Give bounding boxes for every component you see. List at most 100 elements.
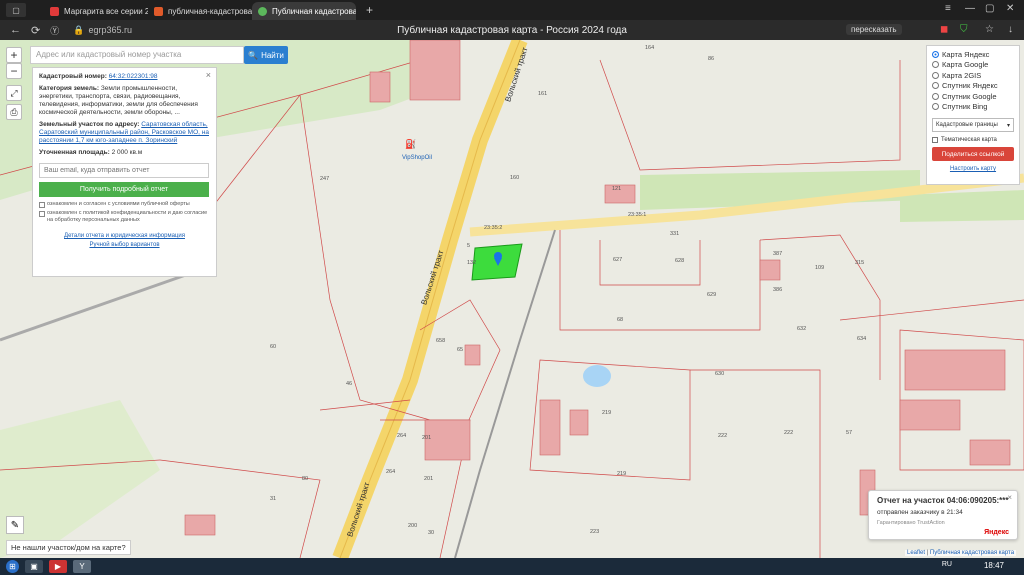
checkbox-box[interactable] bbox=[39, 202, 45, 208]
privacy-checkbox[interactable]: ознакомлен с политикой конфиденциальност… bbox=[39, 210, 210, 224]
parcel-number: 201 bbox=[424, 476, 434, 482]
menu-icon[interactable]: ≡ bbox=[945, 3, 951, 14]
cadastral-number-link[interactable]: 64:32:022301:98 bbox=[109, 73, 158, 80]
parcel-number: 331 bbox=[670, 231, 680, 237]
green-area bbox=[900, 190, 1024, 222]
zoom-out-button[interactable]: − bbox=[6, 63, 22, 79]
parcel-number: 627 bbox=[613, 257, 623, 263]
parcel-number: 30 bbox=[428, 530, 435, 536]
translate-button[interactable]: пересказать bbox=[846, 24, 902, 35]
parcel-number: 264 bbox=[386, 469, 396, 475]
search-input[interactable]: Адрес или кадастровый номер участка bbox=[30, 46, 244, 64]
radio-icon[interactable] bbox=[932, 71, 939, 79]
parcel-number: 164 bbox=[645, 45, 655, 51]
poi-label[interactable]: VipShopOil bbox=[402, 155, 432, 161]
bookmark-icon[interactable]: ☆ bbox=[985, 24, 994, 35]
email-field[interactable] bbox=[39, 163, 209, 178]
parcel-number: 247 bbox=[320, 176, 330, 182]
overlay-select-value: Кадастровые границы bbox=[936, 122, 998, 128]
share-link-button[interactable]: Поделиться ссылкой bbox=[932, 147, 1014, 161]
parcel-number: 222 bbox=[784, 430, 794, 436]
tab-1[interactable]: Маргарита все серии 20 × bbox=[44, 2, 148, 20]
parcel-number: 315 bbox=[855, 260, 865, 266]
record-icon[interactable]: ◼ bbox=[940, 24, 948, 35]
tab-2[interactable]: публичная-кадастровая- × bbox=[148, 2, 252, 20]
configure-map-link[interactable]: Настроить карту bbox=[932, 166, 1014, 172]
layer-option[interactable]: Карта Google bbox=[932, 60, 1014, 71]
new-tab-button[interactable]: + bbox=[366, 3, 373, 17]
get-report-label: Получить подробный отчет bbox=[79, 185, 169, 193]
minimize-icon[interactable]: — bbox=[965, 3, 975, 14]
media-icon[interactable]: ▶ bbox=[49, 560, 67, 573]
layer-option[interactable]: Спутник Яндекс bbox=[932, 81, 1014, 92]
layer-label: Спутник Google bbox=[942, 91, 997, 101]
radio-icon[interactable] bbox=[932, 61, 939, 69]
explorer-icon[interactable]: ▣ bbox=[25, 560, 43, 573]
close-icon[interactable]: × bbox=[1007, 493, 1012, 502]
layer-option[interactable]: Карта Яндекс bbox=[932, 49, 1014, 60]
tab-3-label: Публичная кадастровая bbox=[272, 6, 356, 16]
parcel-number: 634 bbox=[857, 336, 867, 342]
checkbox-box[interactable] bbox=[39, 211, 45, 217]
tab-2-favicon bbox=[154, 6, 163, 16]
measure-icon[interactable]: ⤢ bbox=[6, 85, 22, 101]
parcel-number: 658 bbox=[436, 338, 446, 344]
parcel-number: 80 bbox=[302, 476, 309, 482]
url-text: egrp365.ru bbox=[88, 25, 132, 35]
tab-1-favicon bbox=[50, 6, 59, 16]
parcel-number: 68 bbox=[617, 317, 624, 323]
zoom-in-button[interactable]: + bbox=[6, 47, 22, 63]
rosreestr-link[interactable]: Публичная кадастровая карта bbox=[930, 550, 1014, 556]
radio-icon[interactable] bbox=[932, 82, 939, 90]
clock: 18:47 bbox=[983, 561, 1004, 570]
download-icon[interactable]: ↓ bbox=[1008, 24, 1013, 35]
maximize-icon[interactable]: ▢ bbox=[985, 3, 994, 14]
layers-panel: Карта Яндекс Карта Google Карта 2GIS Спу… bbox=[926, 45, 1020, 185]
report-details-link[interactable]: Детали отчета и юридическая информация bbox=[64, 233, 185, 239]
checkbox-box[interactable] bbox=[932, 137, 938, 143]
tab-3[interactable]: Публичная кадастровая × bbox=[252, 2, 356, 20]
back-icon[interactable]: ← bbox=[10, 24, 21, 36]
language-indicator[interactable]: RU bbox=[942, 561, 952, 568]
layer-option[interactable]: Спутник Google bbox=[932, 91, 1014, 102]
parcel-number: 387 bbox=[773, 251, 783, 257]
browser-menu-icon[interactable]: ▢ bbox=[6, 3, 26, 17]
overlay-select[interactable]: Кадастровые границы ▾ bbox=[932, 118, 1014, 132]
close-icon[interactable]: × bbox=[206, 71, 211, 80]
reload-icon[interactable]: ⟳ bbox=[31, 24, 40, 37]
radio-icon[interactable] bbox=[932, 92, 939, 100]
translate-label: пересказать bbox=[851, 25, 897, 34]
parcel-number: 65 bbox=[457, 347, 464, 353]
layer-label: Спутник Bing bbox=[942, 102, 988, 112]
print-icon[interactable]: ⎙ bbox=[6, 104, 22, 120]
layer-option[interactable]: Карта 2GIS bbox=[932, 70, 1014, 81]
parcel-number: 223 bbox=[590, 529, 600, 535]
yandex-logo-icon[interactable]: Ⓨ bbox=[50, 24, 59, 37]
notification-status: отправлен заказчику в 21:34 bbox=[877, 509, 963, 516]
shield-icon[interactable]: ⛉ bbox=[960, 24, 968, 35]
start-icon[interactable]: ⊞ bbox=[6, 560, 19, 573]
fuel-station-icon[interactable]: ⛽ bbox=[405, 139, 416, 150]
pond bbox=[583, 365, 611, 387]
manual-select-link[interactable]: Ручной выбор вариантов bbox=[89, 242, 159, 248]
not-found-link[interactable]: Не нашли участок/дом на карте? bbox=[6, 540, 131, 555]
url-field[interactable]: 🔒 egrp365.ru bbox=[73, 25, 132, 36]
radio-icon[interactable] bbox=[932, 103, 939, 111]
leaflet-link[interactable]: Leaflet bbox=[907, 550, 925, 556]
green-area bbox=[0, 400, 160, 558]
browser-taskbar-icon[interactable]: Y bbox=[73, 560, 91, 573]
thematic-label: Тематическая карта bbox=[941, 137, 997, 143]
thematic-checkbox[interactable]: Тематическая карта bbox=[932, 137, 1014, 143]
parcel-number: 628 bbox=[675, 258, 685, 264]
parcel-number: 629 bbox=[707, 292, 717, 298]
get-report-button[interactable]: Получить подробный отчет bbox=[39, 182, 209, 197]
search-button[interactable]: 🔍 Найти bbox=[244, 46, 288, 64]
offer-checkbox[interactable]: ознакомлен и согласен с условиями публич… bbox=[39, 201, 210, 208]
yandex-brand: Яндекс bbox=[984, 529, 1009, 536]
radio-icon[interactable] bbox=[932, 50, 939, 58]
window-close-icon[interactable]: ✕ bbox=[1006, 3, 1014, 14]
ruler-icon[interactable]: ✎ bbox=[6, 516, 24, 534]
parcel-number: 121 bbox=[612, 186, 622, 192]
layer-option[interactable]: Спутник Bing bbox=[932, 102, 1014, 113]
parcel-number: 132 bbox=[467, 260, 477, 266]
